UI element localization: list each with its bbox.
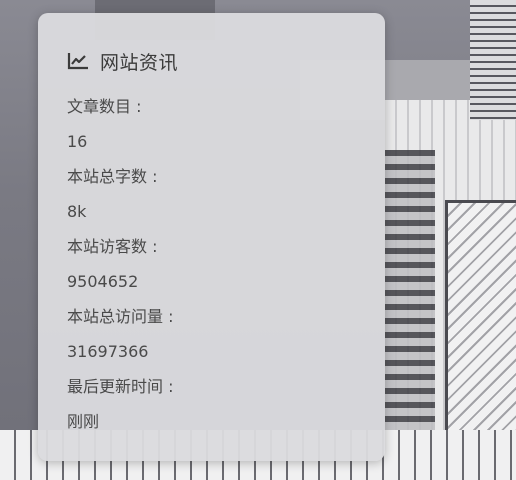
stat-label-page-views: 本站总访问量 : (67, 307, 174, 326)
stat-label-article-count: 文章数目 : (67, 97, 142, 116)
card-title: 网站资讯 (100, 51, 179, 74)
stat-label-last-update: 最后更新时间 : (67, 377, 174, 396)
stat-value-article-count: 16 (67, 132, 88, 151)
stat-label-visitor-count: 本站访客数 : (67, 237, 158, 256)
stat-value-page-views: 31697366 (67, 342, 149, 361)
stat-label-word-count: 本站总字数 : (67, 167, 158, 186)
stat-value-word-count: 8k (67, 202, 87, 221)
background-tower (470, 0, 516, 120)
stat-list: 文章数目 : 16 本站总字数 : 8k 本站访客数 : 9504652 本站总… (67, 89, 356, 439)
site-info-card: 网站资讯 文章数目 : 16 本站总字数 : 8k 本站访客数 : 950465… (38, 13, 385, 461)
chart-line-icon (67, 52, 89, 70)
stat-value-last-update: 刚刚 (67, 412, 100, 431)
stat-value-visitor-count: 9504652 (67, 272, 139, 291)
card-header: 网站资讯 (67, 47, 356, 75)
